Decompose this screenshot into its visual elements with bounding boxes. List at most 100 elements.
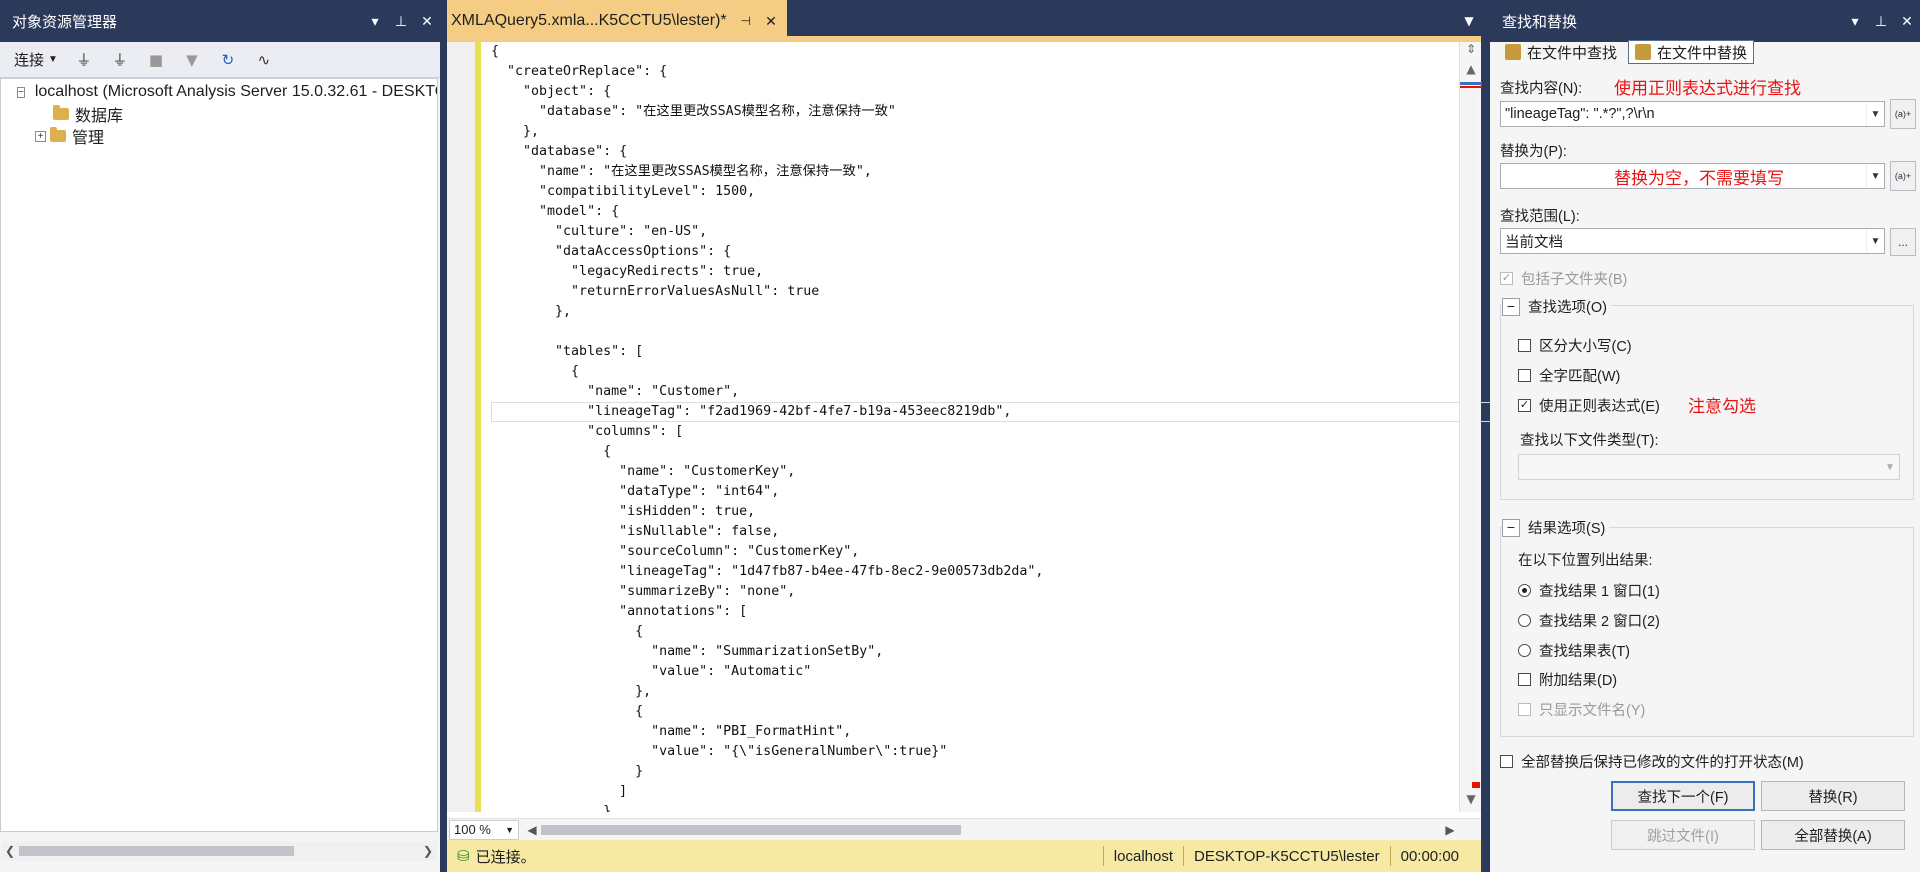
code-line[interactable]: "tables": [: [491, 342, 1491, 362]
regex-builder-button[interactable]: (a)+: [1890, 161, 1916, 191]
chevron-down-icon[interactable]: ▼: [1866, 164, 1884, 188]
code-line[interactable]: "name": "SummarizationSetBy",: [491, 642, 1491, 662]
window-position-icon[interactable]: ▾: [362, 13, 388, 30]
find-next-button[interactable]: 查找下一个(F): [1611, 781, 1755, 811]
radio-find-results-table[interactable]: 查找结果表(T): [1518, 640, 1630, 661]
regex-builder-button[interactable]: (a)+: [1890, 99, 1916, 129]
tab-list-dropdown-icon[interactable]: ▼: [1457, 14, 1481, 28]
code-text[interactable]: { "createOrReplace": { "object": { "data…: [491, 42, 1491, 812]
code-line[interactable]: {: [491, 702, 1491, 722]
code-line[interactable]: "sourceColumn": "CustomerKey",: [491, 542, 1491, 562]
code-line[interactable]: "summarizeBy": "none",: [491, 582, 1491, 602]
code-line[interactable]: }: [491, 762, 1491, 782]
find-options-header[interactable]: − 查找选项(O): [1502, 296, 1611, 317]
code-line[interactable]: "name": "Customer",: [491, 382, 1491, 402]
code-line[interactable]: "annotations": [: [491, 602, 1491, 622]
close-icon[interactable]: ✕: [1894, 13, 1920, 30]
code-line[interactable]: "createOrReplace": {: [491, 62, 1491, 82]
whole-word-checkbox[interactable]: 全字匹配(W): [1518, 365, 1620, 386]
keep-open-checkbox[interactable]: 全部替换后保持已修改的文件的打开状态(M): [1500, 751, 1804, 772]
code-line[interactable]: "dataAccessOptions": {: [491, 242, 1491, 262]
connect-button[interactable]: 连接 ▼: [14, 49, 58, 70]
code-line[interactable]: {: [491, 362, 1491, 382]
code-line[interactable]: "value": "Automatic": [491, 662, 1491, 682]
close-icon[interactable]: ✕: [414, 13, 440, 30]
editor-horizontal-scrollbar[interactable]: ◀ ▶: [523, 819, 1459, 840]
code-line[interactable]: "culture": "en-US",: [491, 222, 1491, 242]
chevron-down-icon[interactable]: ▼: [1881, 455, 1899, 479]
code-line[interactable]: "compatibilityLevel": 1500,: [491, 182, 1491, 202]
code-line[interactable]: },: [491, 802, 1491, 812]
code-line[interactable]: "lineageTag": "f2ad1969-42bf-4fe7-b19a-4…: [491, 402, 1491, 422]
code-line[interactable]: "name": "PBI_FormatHint",: [491, 722, 1491, 742]
code-line[interactable]: "name": "在这里更改SSAS模型名称，注意保持一致",: [491, 162, 1491, 182]
result-options-header[interactable]: − 结果选项(S): [1502, 517, 1610, 538]
code-line[interactable]: "returnErrorValuesAsNull": true: [491, 282, 1491, 302]
collapse-icon[interactable]: −: [1502, 518, 1520, 537]
scroll-track[interactable]: [1466, 90, 1476, 790]
window-position-icon[interactable]: ▾: [1842, 13, 1868, 30]
code-line[interactable]: "legacyRedirects": true,: [491, 262, 1491, 282]
match-case-checkbox[interactable]: 区分大小写(C): [1518, 335, 1632, 356]
code-line[interactable]: "value": "{\"isGeneralNumber\":true}": [491, 742, 1491, 762]
code-line[interactable]: {: [491, 42, 1491, 62]
tree-node-databases[interactable]: 数据库: [1, 103, 437, 125]
code-line[interactable]: [491, 322, 1491, 342]
tree-node-management[interactable]: + 管理: [1, 125, 437, 147]
code-line[interactable]: "name": "CustomerKey",: [491, 462, 1491, 482]
replace-in-files-tab[interactable]: 在文件中替换: [1628, 40, 1755, 64]
pin-tab-icon[interactable]: ⊣: [741, 14, 751, 28]
pin-icon[interactable]: ⊥: [388, 13, 414, 30]
editor-vertical-scrollbar[interactable]: ⇕ ▲ ▼: [1459, 42, 1482, 812]
scroll-right-icon[interactable]: ❯: [419, 844, 437, 858]
chevron-down-icon[interactable]: ▼: [1866, 102, 1884, 126]
scroll-thumb[interactable]: [541, 824, 961, 835]
code-line[interactable]: "lineageTag": "1d47fb87-b4ee-47fb-8ec2-9…: [491, 562, 1491, 582]
collapse-icon[interactable]: −: [1502, 297, 1520, 316]
code-line[interactable]: "isNullable": false,: [491, 522, 1491, 542]
close-tab-icon[interactable]: ✕: [765, 13, 777, 30]
replace-button[interactable]: 替换(R): [1761, 781, 1905, 811]
code-line[interactable]: {: [491, 622, 1491, 642]
code-line[interactable]: "object": {: [491, 82, 1491, 102]
code-line[interactable]: "columns": [: [491, 422, 1491, 442]
code-line[interactable]: ]: [491, 782, 1491, 802]
file-names-only-checkbox[interactable]: 只显示文件名(Y): [1518, 699, 1645, 720]
collapse-icon[interactable]: −: [17, 86, 25, 98]
scroll-left-icon[interactable]: ◀: [523, 823, 541, 837]
code-line[interactable]: {: [491, 442, 1491, 462]
code-line[interactable]: "model": {: [491, 202, 1491, 222]
chevron-down-icon[interactable]: ▼: [1866, 229, 1884, 253]
find-what-input[interactable]: "lineageTag": ".*?",?\r\n ▼: [1500, 101, 1885, 127]
code-line[interactable]: "database": {: [491, 142, 1491, 162]
replace-all-button[interactable]: 全部替换(A): [1761, 820, 1905, 850]
include-subfolders-checkbox[interactable]: ✓ 包括子文件夹(B): [1500, 268, 1627, 289]
append-results-checkbox[interactable]: 附加结果(D): [1518, 669, 1617, 690]
pin-icon[interactable]: ⊥: [1868, 13, 1894, 30]
code-line[interactable]: },: [491, 122, 1491, 142]
zoom-select[interactable]: 100 % ▼: [449, 819, 519, 840]
look-in-select[interactable]: 当前文档 ▼: [1500, 228, 1885, 254]
radio-find-results-2[interactable]: 查找结果 2 窗口(2): [1518, 610, 1660, 631]
browse-button[interactable]: ...: [1890, 228, 1916, 256]
expand-icon[interactable]: +: [35, 130, 46, 142]
scroll-right-icon[interactable]: ▶: [1441, 823, 1459, 837]
code-line[interactable]: "database": "在这里更改SSAS模型名称，注意保持一致": [491, 102, 1491, 122]
tree-horizontal-scrollbar[interactable]: ❮ ❯: [1, 841, 437, 861]
split-view-icon[interactable]: ⇕: [1460, 42, 1482, 62]
scroll-down-icon[interactable]: ▼: [1460, 792, 1482, 812]
file-types-select[interactable]: ▼: [1518, 454, 1900, 480]
scroll-thumb[interactable]: [19, 846, 294, 856]
refresh-icon[interactable]: ↻: [218, 50, 238, 70]
code-line[interactable]: "isHidden": true,: [491, 502, 1491, 522]
skip-file-button[interactable]: 跳过文件(I): [1611, 820, 1755, 850]
code-area[interactable]: { "createOrReplace": { "object": { "data…: [447, 36, 1491, 818]
tree-node-server[interactable]: − localhost (Microsoft Analysis Server 1…: [1, 81, 437, 103]
scroll-up-icon[interactable]: ▲: [1460, 62, 1482, 82]
filter-icon[interactable]: ▼: [182, 50, 202, 70]
stop-icon[interactable]: ■: [146, 50, 166, 70]
radio-find-results-1[interactable]: 查找结果 1 窗口(1): [1518, 580, 1660, 601]
disconnect-plug-icon[interactable]: ⏚: [110, 50, 130, 70]
code-line[interactable]: },: [491, 682, 1491, 702]
activity-monitor-icon[interactable]: ∿: [254, 50, 274, 70]
